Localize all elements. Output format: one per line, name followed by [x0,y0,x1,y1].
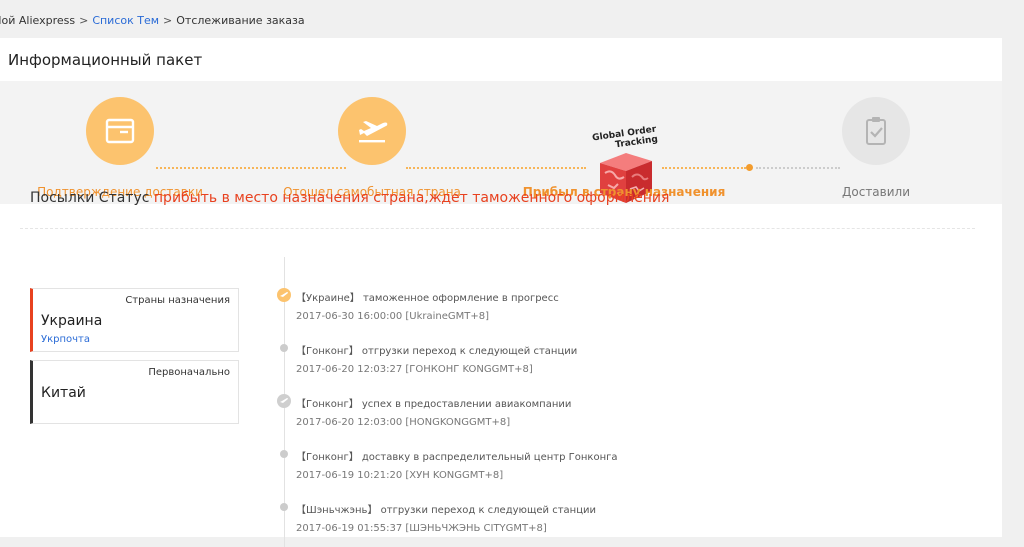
event-time: 2017-06-20 12:03:00 [HONGKONGGMT+8] [296,417,511,428]
event-description: 【Украине】 таможенное оформление в прогре… [296,293,559,304]
event-description: 【Шэньчжэнь】 отгрузки переход к следующей… [296,505,596,516]
timeline-dot [280,450,288,458]
step-delivery-confirmation: Подтверждение доставки [0,97,250,199]
step-departed-origin: Отошел самобытная страна [242,97,502,199]
clipboard-check-icon [842,97,910,165]
breadcrumb-home[interactable]: Мой Aliexpress [0,14,75,27]
destination-country: Украина [41,313,103,329]
event-time: 2017-06-19 01:55:37 [ШЭНЬЧЖЭНЬ CITYGMT+8… [296,523,547,534]
event-time: 2017-06-19 10:21:20 [ХУН KONGGMT+8] [296,470,504,481]
step-arrived-destination: Прибыл в страну назначения [494,97,754,199]
breadcrumb-current: Отслеживание заказа [176,14,305,27]
breadcrumb: Мой Aliexpress > Список Тем > Отслеживание з… [0,14,305,27]
breadcrumb-separator: > [79,14,89,27]
divider [20,228,975,229]
event-description: 【Гонконг】 отгрузки переход к следующей с… [296,346,578,357]
breadcrumb-separator: > [163,14,173,27]
package-icon [86,97,154,165]
airplane-icon [277,394,291,408]
event-description: 【Гонконг】 доставку в распределительный ц… [296,452,618,463]
timeline-dot [280,503,288,511]
panel-title: Информационный пакет [8,51,203,69]
status-value: прибыть в место назначения страна,ждет т… [153,190,670,206]
origin-card: Первоначально Китай [30,360,239,424]
event-description: 【Гонконг】 успех в предоставлении авиаком… [296,399,572,410]
status-prefix: Посылки Статус [30,190,150,206]
customs-icon [277,288,291,302]
step-label: Доставили [842,185,910,199]
origin-country: Китай [41,385,86,401]
event-time: 2017-06-30 16:00:00 [UkraineGMT+8] [296,311,490,322]
timeline-dot [280,344,288,352]
step-spacer [590,97,658,165]
breadcrumb-list-link[interactable]: Список Тем [92,14,159,27]
origin-label: Первоначально [148,367,230,378]
progress-tracker: Подтверждение доставки Отошел самобытная… [0,81,1002,204]
destination-label: Страны назначения [125,295,230,306]
carrier-link[interactable]: Укрпочта [41,334,90,345]
step-delivered: Доставили [746,97,1006,199]
package-status: Посылки Статус прибыть в место назначени… [30,190,669,206]
airplane-takeoff-icon [338,97,406,165]
destination-card: Страны назначения Украина Укрпочта [30,288,239,352]
event-time: 2017-06-20 12:03:27 [ГОНКОНГ KONGGMT+8] [296,364,533,375]
